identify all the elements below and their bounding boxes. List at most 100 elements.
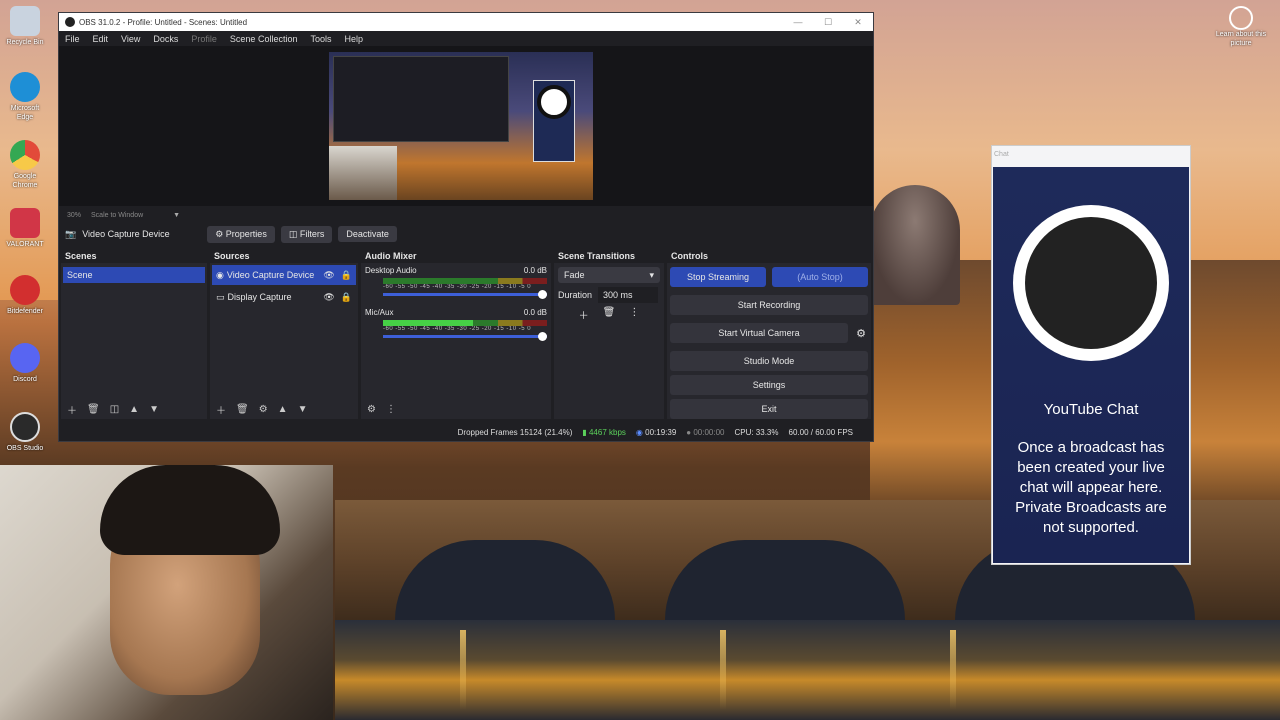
gear-icon[interactable]: ⚙ bbox=[367, 404, 376, 415]
add-icon[interactable]: ＋ bbox=[216, 402, 226, 417]
meter-level bbox=[383, 320, 474, 326]
desktop-icon-label: Microsoft Edge bbox=[10, 105, 40, 121]
menu-help[interactable]: Help bbox=[344, 34, 363, 44]
gear-icon[interactable]: ⚙ bbox=[259, 404, 268, 415]
eye-icon[interactable]: 👁 bbox=[323, 270, 334, 281]
source-item-display-capture[interactable]: ▭ Display Capture 👁 🔒 bbox=[212, 287, 356, 307]
obs-window: OBS 31.0.2 - Profile: Untitled - Scenes:… bbox=[58, 12, 874, 442]
move-down-icon[interactable]: ▼ bbox=[149, 404, 159, 415]
volume-slider[interactable] bbox=[383, 290, 547, 299]
auto-stop-button[interactable]: (Auto Stop) bbox=[772, 267, 868, 287]
menu-view[interactable]: View bbox=[121, 34, 140, 44]
preview-canvas[interactable] bbox=[59, 46, 873, 206]
preview-webcam bbox=[329, 146, 397, 200]
chevron-down-icon: ▾ bbox=[649, 270, 654, 280]
properties-button[interactable]: ⚙ Properties bbox=[207, 225, 275, 243]
slider-handle[interactable] bbox=[538, 290, 547, 299]
desktop-icon-chrome[interactable]: Google Chrome bbox=[2, 140, 48, 190]
desktop-icon-label: Discord bbox=[13, 376, 37, 383]
menu-file[interactable]: File bbox=[65, 34, 80, 44]
desktop-icon-label: Recycle Bin bbox=[6, 39, 44, 46]
light-reflection bbox=[460, 630, 466, 710]
scene-item[interactable]: Scene bbox=[63, 267, 205, 283]
light-reflection bbox=[950, 630, 956, 710]
settings-button[interactable]: Settings bbox=[670, 375, 868, 395]
desktop-icon-label: Google Chrome bbox=[12, 173, 38, 189]
eye-icon[interactable]: 👁 bbox=[323, 292, 334, 303]
trash-icon[interactable]: 🗑 bbox=[603, 307, 616, 322]
deactivate-button[interactable]: Deactivate bbox=[338, 226, 397, 242]
exit-button[interactable]: Exit bbox=[670, 399, 868, 419]
channel-name: Mic/Aux bbox=[365, 308, 394, 317]
desktop-icon-obs[interactable]: OBS Studio bbox=[2, 412, 48, 453]
menu-profile[interactable]: Profile bbox=[191, 34, 217, 44]
close-button[interactable]: ✕ bbox=[843, 17, 873, 28]
menu-dots-icon[interactable]: ⋮ bbox=[386, 404, 396, 415]
source-item-video-capture[interactable]: ◉ Video Capture Device 👁 🔒 bbox=[212, 265, 356, 285]
learn-about-picture[interactable]: Learn about this picture bbox=[1212, 6, 1270, 48]
desktop-icon-valorant[interactable]: VALORANT bbox=[2, 208, 48, 249]
move-up-icon[interactable]: ▲ bbox=[278, 404, 288, 415]
start-virtual-camera-button[interactable]: Start Virtual Camera bbox=[670, 323, 848, 343]
gear-icon[interactable]: ⚙ bbox=[851, 327, 871, 340]
studio-mode-button[interactable]: Studio Mode bbox=[670, 351, 868, 371]
add-icon[interactable]: ＋ bbox=[67, 402, 77, 417]
desktop-icon-recycle-bin[interactable]: Recycle Bin bbox=[2, 6, 48, 47]
channel-db: 0.0 dB bbox=[523, 266, 547, 275]
lock-icon[interactable]: 🔒 bbox=[341, 292, 352, 303]
audio-mixer-panel: Audio Mixer Desktop Audio 0.0 dB -60 -55… bbox=[361, 249, 551, 419]
camera-icon: ◉ bbox=[216, 269, 224, 280]
menu-tools[interactable]: Tools bbox=[310, 34, 331, 44]
preview-scale-bar: 30% Scale to Window ▼ bbox=[59, 208, 873, 222]
move-down-icon[interactable]: ▼ bbox=[298, 404, 308, 415]
chevron-down-icon[interactable]: ▼ bbox=[173, 212, 180, 219]
controls-panel: Controls Stop Streaming (Auto Stop) Star… bbox=[667, 249, 871, 419]
menu-scene-collection[interactable]: Scene Collection bbox=[230, 34, 298, 44]
webcam-feed bbox=[0, 465, 333, 720]
lock-icon[interactable]: 🔒 bbox=[341, 270, 352, 281]
controls-header: Controls bbox=[667, 249, 871, 263]
chat-message: Once a broadcast has been created your l… bbox=[1015, 439, 1167, 536]
filters-button[interactable]: ◫ Filters bbox=[280, 225, 333, 243]
stop-streaming-button[interactable]: Stop Streaming bbox=[670, 267, 766, 287]
filter-icon[interactable]: ◫ bbox=[110, 404, 119, 415]
dock-panels: Scenes Scene ＋ 🗑 ◫ ▲ ▼ Sources ◉ Video C… bbox=[59, 249, 873, 419]
transition-select[interactable]: Fade ▾ bbox=[558, 267, 660, 283]
streaming-row: Stop Streaming (Auto Stop) bbox=[667, 263, 871, 291]
menu-docks[interactable]: Docks bbox=[153, 34, 178, 44]
chrome-icon bbox=[10, 140, 40, 170]
menu-dots-icon[interactable]: ⋮ bbox=[629, 307, 639, 322]
meter-ticks: -60 -55 -50 -45 -40 -35 -30 -25 -20 -15 … bbox=[383, 326, 532, 332]
bitrate-value: 4467 kbps bbox=[588, 427, 626, 437]
recycle-bin-icon bbox=[10, 6, 40, 36]
preview-chat-card bbox=[533, 80, 575, 162]
record-time-status: ● 00:00:00 bbox=[686, 427, 725, 437]
broadcast-icon: ◉ bbox=[635, 427, 643, 437]
chat-title: YouTube Chat bbox=[1043, 401, 1139, 418]
meter-ticks: -60 -55 -50 -45 -40 -35 -30 -25 -20 -15 … bbox=[383, 284, 532, 290]
menu-edit[interactable]: Edit bbox=[93, 34, 109, 44]
volume-slider[interactable] bbox=[383, 332, 547, 341]
duration-input[interactable]: 300 ms bbox=[598, 287, 659, 303]
slider-handle[interactable] bbox=[538, 332, 547, 341]
scale-mode-select[interactable]: Scale to Window bbox=[91, 212, 143, 219]
move-up-icon[interactable]: ▲ bbox=[129, 404, 139, 415]
stream-time: 00:19:39 bbox=[645, 427, 677, 437]
desktop-icon-discord[interactable]: Discord bbox=[2, 343, 48, 384]
audio-channel-mic: Mic/Aux 0.0 dB -60 -55 -50 -45 -40 -35 -… bbox=[361, 305, 551, 341]
webcam-hair bbox=[100, 465, 280, 555]
add-icon[interactable]: ＋ bbox=[579, 307, 589, 322]
wallpaper-dome bbox=[870, 185, 960, 305]
monitor-icon: ▭ bbox=[216, 291, 225, 302]
trash-icon[interactable]: 🗑 bbox=[236, 404, 249, 415]
desktop-icon-bitdefender[interactable]: Bitdefender bbox=[2, 275, 48, 316]
maximize-button[interactable]: ☐ bbox=[813, 17, 843, 28]
minimize-button[interactable]: — bbox=[783, 17, 813, 27]
bridge-arch bbox=[395, 540, 615, 620]
desktop-icon-edge[interactable]: Microsoft Edge bbox=[2, 72, 48, 122]
fps-counter: 60.00 / 60.00 FPS bbox=[788, 427, 854, 437]
start-recording-button[interactable]: Start Recording bbox=[670, 295, 868, 315]
obs-icon bbox=[10, 412, 40, 442]
transition-actions: ＋ 🗑 ⋮ bbox=[554, 307, 664, 322]
trash-icon[interactable]: 🗑 bbox=[87, 404, 100, 415]
